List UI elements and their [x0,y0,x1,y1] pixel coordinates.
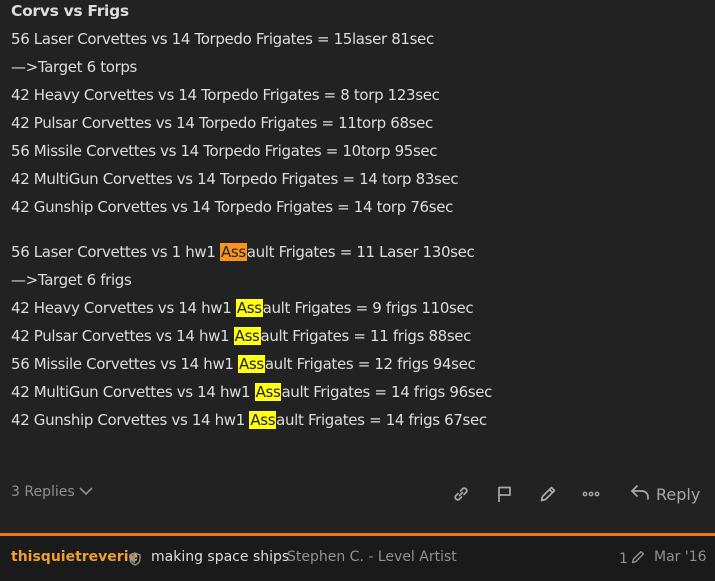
post-line: 42 Heavy Corvettes vs 14 Torpedo Frigate… [11,86,440,104]
shield-icon [129,551,141,570]
reply-icon [630,483,650,505]
chevron-down-icon [79,484,93,500]
post-line-assault: 42 MultiGun Corvettes vs 14 hw1 Assault … [11,383,493,401]
search-highlight: Ass [254,383,282,401]
post-line: 56 Missile Corvettes vs 14 Torpedo Friga… [11,142,438,160]
post-actions: 3 Replies Reply [0,476,715,512]
post-line: —>Target 6 torps [11,58,138,76]
search-highlight-active: Ass [219,243,247,261]
user-title: Stephen C. - Level Artist [287,549,457,565]
post-heading: Corvs vs Frigs [11,2,129,20]
pencil-icon[interactable] [536,482,560,506]
post-line-assault: 56 Laser Corvettes vs 1 hw1 Assault Frig… [11,243,475,261]
flag-icon[interactable] [493,482,517,506]
post-line: 42 MultiGun Corvettes vs 14 Torpedo Frig… [11,170,459,188]
post-line: 42 Gunship Corvettes vs 14 Torpedo Friga… [11,198,453,216]
post-line-assault: 42 Pulsar Corvettes vs 14 hw1 Assault Fr… [11,327,472,345]
search-highlight: Ass [249,411,277,429]
post-date[interactable]: Mar '16 [654,549,707,565]
post-line: 42 Pulsar Corvettes vs 14 Torpedo Frigat… [11,114,433,132]
post-line: 56 Laser Corvettes vs 14 Torpedo Frigate… [11,30,434,48]
more-icon[interactable] [579,482,603,506]
reply-label: Reply [656,484,701,504]
reply-button[interactable]: Reply [630,482,700,506]
post-line-assault: 42 Heavy Corvettes vs 14 hw1 Assault Fri… [11,299,474,317]
edit-count: 1 [619,551,628,567]
search-highlight: Ass [237,355,265,373]
post-line-assault: 56 Missile Corvettes vs 14 hw1 Assault F… [11,355,476,373]
post-line-assault: 42 Gunship Corvettes vs 14 hw1 Assault F… [11,411,487,429]
post-body: Corvs vs Frigs 56 Laser Corvettes vs 14 … [0,0,715,533]
username-link[interactable]: thisquietreverie [11,549,138,565]
topic-footer-bar: thisquietreverie making space ships Step… [0,533,715,581]
search-highlight: Ass [235,299,263,317]
edit-history-button[interactable]: 1 [619,549,646,569]
replies-toggle[interactable]: 3 Replies [11,484,93,500]
post-title: making space ships [151,549,290,565]
replies-label: 3 Replies [11,484,75,500]
post-line: —>Target 6 frigs [11,271,132,289]
pencil-icon [630,549,646,569]
search-highlight: Ass [233,327,261,345]
link-icon[interactable] [449,482,473,506]
